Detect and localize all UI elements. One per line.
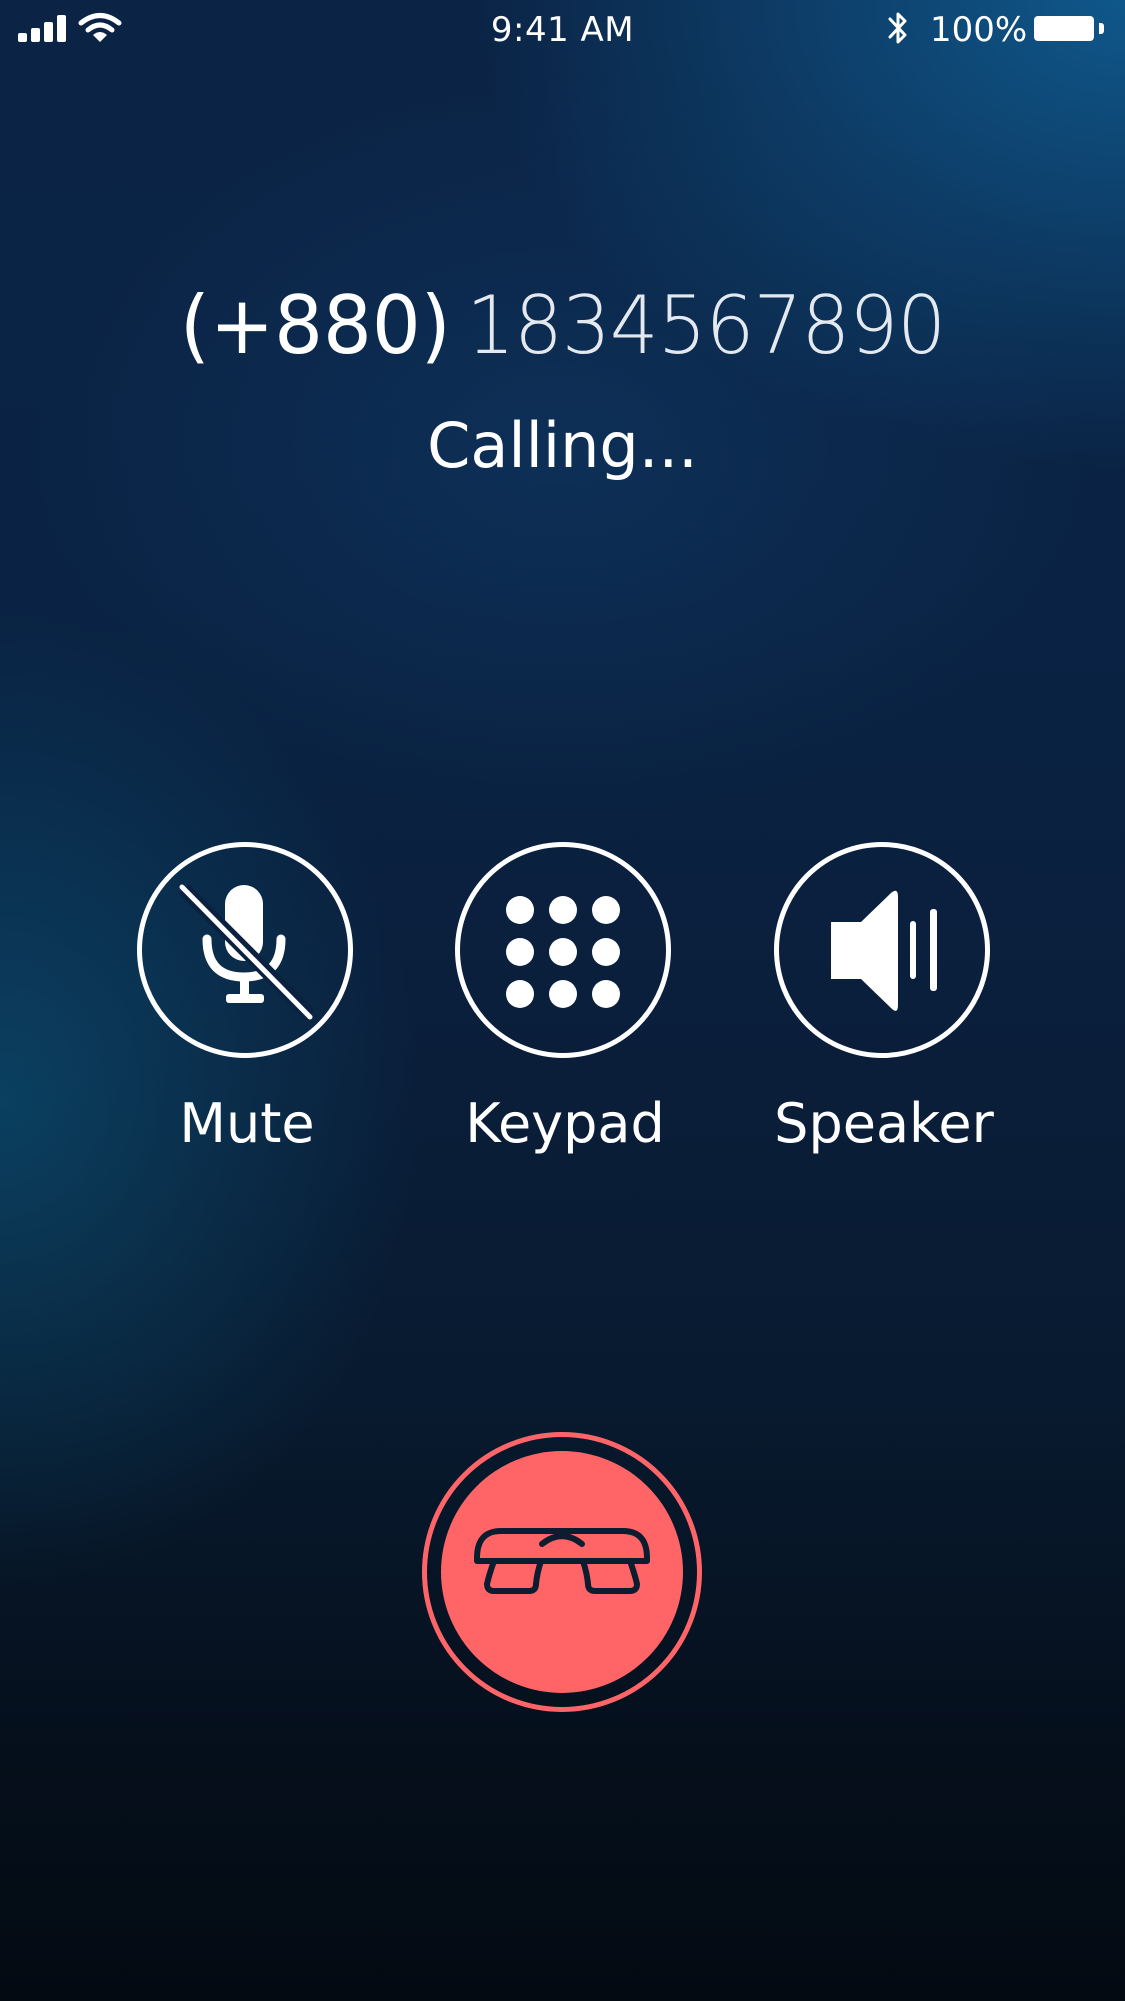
status-bar: 9:41 AM 100% (0, 0, 1125, 58)
battery-nub (1099, 23, 1104, 34)
speaker-button-circle[interactable] (774, 842, 990, 1058)
mic-off-icon (179, 884, 315, 1020)
speaker-button[interactable]: Speaker (774, 842, 994, 1155)
bluetooth-icon (888, 12, 907, 44)
keypad-button-circle[interactable] (455, 842, 671, 1058)
keypad-label: Keypad (465, 1092, 665, 1155)
mute-label: Mute (179, 1092, 315, 1155)
caller-number: (+880) 1834567890 (23, 276, 1103, 376)
end-call-inner[interactable] (441, 1451, 683, 1693)
end-call-button[interactable] (422, 1432, 702, 1712)
phone-number: 1834567890 (466, 279, 946, 372)
hang-up-icon (474, 1528, 650, 1594)
country-code: (+880) (179, 279, 451, 372)
keypad-icon (506, 896, 620, 1008)
speaker-icon (831, 890, 937, 1011)
battery-percent: 100% (930, 10, 1028, 50)
mute-button-circle[interactable] (137, 842, 353, 1058)
speaker-label: Speaker (774, 1092, 994, 1155)
call-status: Calling... (427, 409, 698, 482)
keypad-button[interactable]: Keypad (455, 842, 671, 1155)
mute-button[interactable]: Mute (137, 842, 353, 1155)
battery-icon (1034, 16, 1094, 41)
call-screen: 9:41 AM 100% (+880) 1834567890 Calling...… (0, 0, 1125, 2001)
